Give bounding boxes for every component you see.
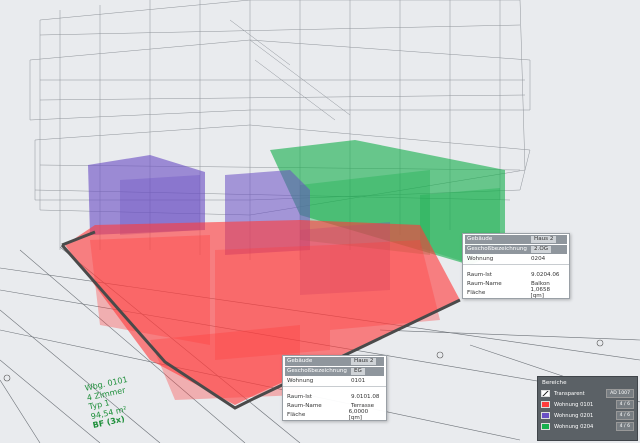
info-key: Geschoßbezeichnung (287, 367, 347, 374)
info-value: 9.0204.06 (531, 271, 560, 278)
legend-label: Wohnung 0201 (554, 412, 594, 419)
legend-label: Wohnung 0101 (554, 401, 594, 408)
info-value: Haus 2 (531, 236, 557, 243)
info-row-gebaeude: Gebäude Haus 2 (285, 357, 384, 366)
info-key: Gebäude (287, 357, 313, 364)
legend-label: Transparent (554, 390, 585, 397)
info-row-raum-ist: Raum-Ist 9.0204.06 (463, 271, 569, 280)
legend-title: Bereiche (542, 380, 567, 386)
info-value: 2.OG (531, 246, 552, 253)
legend-swatch (541, 401, 550, 408)
info-row-geschoss: Geschoßbezeichnung EG (285, 367, 384, 376)
legend-value-badge[interactable]: AD 1007 (606, 389, 634, 398)
info-value: 9.0101.08 (351, 393, 380, 400)
legend-item-transparent[interactable]: Transparent AD 1007 (538, 388, 637, 399)
info-row-geschoss: Geschoßbezeichnung 2.OG (465, 245, 567, 254)
info-row-flaeche: Fläche 1,0658 [qm] (463, 286, 569, 299)
info-key: Geschoßbezeichnung (467, 245, 527, 252)
legend-value-badge[interactable]: 4 / 6 (615, 411, 634, 420)
legend-swatch (541, 390, 550, 397)
legend-item-wohnung-0101[interactable]: Wohnung 0101 4 / 6 (538, 399, 637, 410)
legend-label: Wohnung 0204 (554, 423, 594, 430)
info-key: Raum-Ist (287, 393, 312, 400)
info-key: Raum-Ist (467, 271, 492, 278)
info-value: 1,0658 [qm] (530, 286, 551, 299)
info-value: 0204 (531, 255, 546, 262)
legend-value-badge[interactable]: 4 / 6 (615, 400, 634, 409)
info-value: Haus 2 (351, 358, 377, 365)
info-row-raum-ist: Raum-Ist 9.0101.08 (283, 393, 386, 402)
legend-swatch (541, 412, 550, 419)
room-info-panel-bottom: Gebäude Haus 2 Geschoßbezeichnung EG Woh… (282, 355, 387, 421)
legend-item-wohnung-0204[interactable]: Wohnung 0204 4 / 6 (538, 421, 637, 432)
info-key: Raum-Name (287, 402, 322, 409)
info-row-wohnung: Wohnung 0101 (283, 377, 386, 387)
info-key: Wohnung (467, 255, 494, 262)
legend-value-badge[interactable]: 4 / 6 (615, 422, 634, 431)
areas-legend-panel: Bereiche Transparent AD 1007 Wohnung 010… (537, 376, 638, 441)
info-value: 0101 (351, 377, 366, 384)
info-value: EG (351, 368, 365, 375)
info-key: Raum-Name (467, 280, 502, 287)
info-key: Fläche (287, 411, 306, 418)
info-key: Gebäude (467, 235, 493, 242)
room-info-panel-top: Gebäude Haus 2 Geschoßbezeichnung 2.OG W… (462, 233, 570, 299)
info-row-gebaeude: Gebäude Haus 2 (465, 235, 567, 244)
info-row-flaeche: Fläche 6,0000 [qm] (283, 408, 386, 421)
info-value: 6,0000 [qm] (348, 408, 369, 421)
info-row-wohnung: Wohnung 0204 (463, 255, 569, 265)
info-key: Fläche (467, 289, 486, 296)
legend-swatch (541, 423, 550, 430)
legend-item-wohnung-0201[interactable]: Wohnung 0201 4 / 6 (538, 410, 637, 421)
info-key: Wohnung (287, 377, 314, 384)
